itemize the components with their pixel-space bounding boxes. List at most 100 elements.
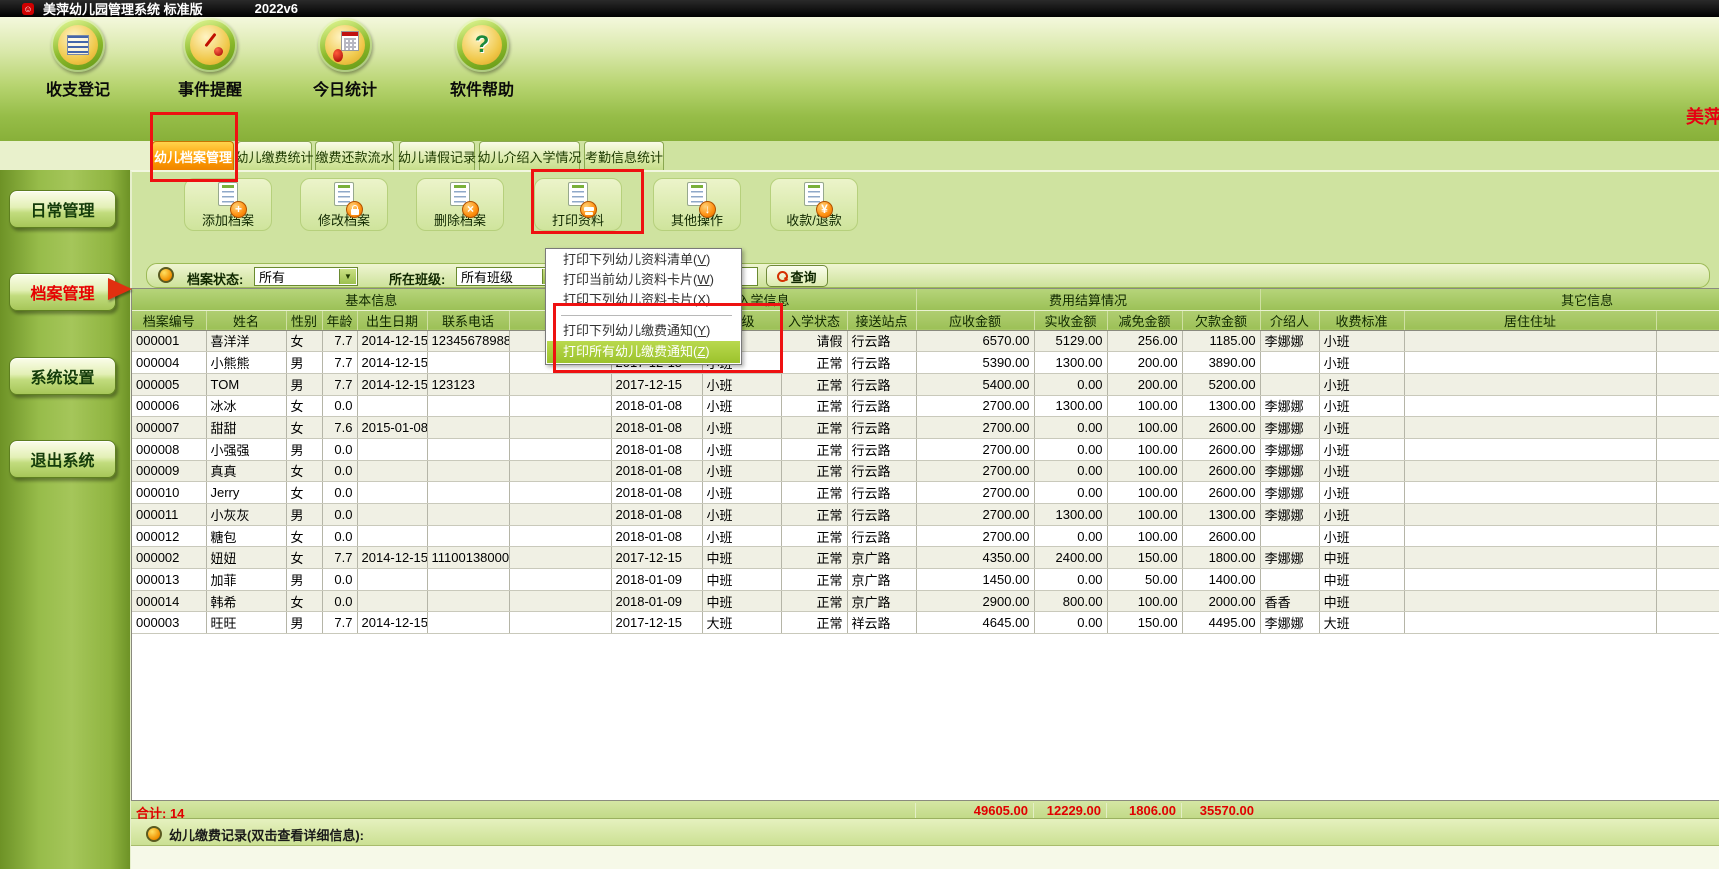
summary-total-3: 1806.00 bbox=[1106, 803, 1181, 818]
toolbar-button-5[interactable]: ↓其他操作 bbox=[653, 178, 741, 231]
nav-button-1[interactable]: 收支登记 bbox=[33, 18, 123, 100]
table-row[interactable]: 000001喜洋洋女7.72014-12-15123456789888请假行云路… bbox=[132, 330, 1719, 352]
table-cell bbox=[509, 438, 611, 460]
help-icon-face: ? bbox=[462, 25, 502, 65]
table-cell bbox=[427, 438, 509, 460]
table-row[interactable]: 000009真真女0.02018-01-08小班正常行云路2700.000.00… bbox=[132, 460, 1719, 482]
nav-button-4[interactable]: ? 软件帮助 bbox=[437, 18, 527, 100]
table-cell: 小班 bbox=[702, 373, 781, 395]
window-title: 美萍幼儿园管理系统 标准版 bbox=[43, 0, 203, 18]
status-filter-dropdown[interactable]: 所有 ▼ bbox=[254, 267, 358, 286]
table-cell: 5390.00 bbox=[916, 352, 1034, 374]
table-cell: 1300.00 bbox=[1182, 504, 1260, 526]
table-cell: 小班 bbox=[702, 438, 781, 460]
table-cell: 5129.00 bbox=[1034, 330, 1107, 352]
table-cell: 正常 bbox=[781, 438, 847, 460]
table-cell: 4495.00 bbox=[1182, 612, 1260, 634]
table-cell: TOM bbox=[206, 373, 286, 395]
table-cell bbox=[1656, 330, 1719, 352]
table-cell: 香香 bbox=[1260, 590, 1319, 612]
column-header[interactable]: 联系电话 bbox=[427, 310, 509, 330]
summary-total-2: 12229.00 bbox=[1033, 803, 1106, 818]
table-cell: 4350.00 bbox=[916, 547, 1034, 569]
toolbar-button-1[interactable]: +添加档案 bbox=[184, 178, 272, 231]
table-cell bbox=[1404, 395, 1656, 417]
menu-item-Z[interactable]: 打印所有幼儿缴费通知(Z) bbox=[547, 341, 740, 363]
column-header[interactable]: 欠款金额 bbox=[1182, 310, 1260, 330]
table-cell bbox=[1656, 547, 1719, 569]
tab-6[interactable]: 考勤信息统计 bbox=[584, 141, 664, 170]
column-header[interactable]: 实收金额 bbox=[1034, 310, 1107, 330]
chevron-down-icon[interactable]: ▼ bbox=[339, 269, 356, 284]
table-cell: 000001 bbox=[132, 330, 206, 352]
calendar-icon-face bbox=[325, 25, 365, 65]
table-cell: 行云路 bbox=[847, 460, 916, 482]
table-row[interactable]: 000008小强强男0.02018-01-08小班正常行云路2700.000.0… bbox=[132, 438, 1719, 460]
search-button[interactable]: 查询 bbox=[766, 265, 828, 287]
column-header[interactable]: 入学状态 bbox=[781, 310, 847, 330]
column-header[interactable]: 年龄 bbox=[322, 310, 357, 330]
table-row[interactable]: 000007甜甜女7.62015-01-082018-01-08小班正常行云路2… bbox=[132, 417, 1719, 439]
column-header[interactable]: 介绍人 bbox=[1260, 310, 1319, 330]
toolbar-button-3[interactable]: ×删除档案 bbox=[416, 178, 504, 231]
column-header[interactable]: 接送站点 bbox=[847, 310, 916, 330]
table-cell bbox=[357, 460, 427, 482]
sidebar-item-4[interactable]: 退出系统 bbox=[9, 440, 116, 478]
table-row[interactable]: 000002妞妞女7.72014-12-15111001380002017-12… bbox=[132, 547, 1719, 569]
sidebar-item-2[interactable]: 档案管理 bbox=[9, 273, 116, 311]
table-group-header: 费用结算情况 bbox=[916, 289, 1260, 310]
table-row[interactable]: 000004小熊熊男7.72014-12-152017-12-15小班正常行云路… bbox=[132, 352, 1719, 374]
table-row[interactable]: 000010Jerry女0.02018-01-08小班正常行云路2700.000… bbox=[132, 482, 1719, 504]
column-header[interactable]: 收费标准 bbox=[1319, 310, 1404, 330]
payment-records-bar[interactable]: 幼儿缴费记录(双击查看详细信息): bbox=[131, 819, 1719, 846]
table-row[interactable]: 000012糖包女0.02018-01-08小班正常行云路2700.000.00… bbox=[132, 525, 1719, 547]
column-header[interactable]: 应收金额 bbox=[916, 310, 1034, 330]
table-cell: 男 bbox=[286, 352, 322, 374]
menu-item-Y[interactable]: 打印下列幼儿缴费通知(Y) bbox=[547, 321, 740, 341]
tab-5[interactable]: 幼儿介绍入学情况 bbox=[479, 141, 580, 170]
menu-item-X[interactable]: 打印下列幼儿资料卡片(X) bbox=[547, 290, 740, 310]
column-header[interactable]: 出生日期 bbox=[357, 310, 427, 330]
nav-button-3[interactable]: 今日统计 bbox=[300, 18, 390, 100]
tab-4[interactable]: 幼儿请假记录 bbox=[399, 141, 475, 170]
table-cell: 7.6 bbox=[322, 417, 357, 439]
menu-separator bbox=[561, 315, 732, 316]
toolbar-button-6[interactable]: ¥收款/退款 bbox=[770, 178, 858, 231]
tab-2[interactable]: 幼儿缴费统计 bbox=[237, 141, 312, 170]
table-row[interactable]: 000011小灰灰男0.02018-01-08小班正常行云路2700.00130… bbox=[132, 504, 1719, 526]
table-row[interactable]: 000003旺旺男7.72014-12-152017-12-15大班正常祥云路4… bbox=[132, 612, 1719, 634]
column-header[interactable]: 居住住址 bbox=[1404, 310, 1656, 330]
sidebar-item-1[interactable]: 日常管理 bbox=[9, 190, 116, 228]
column-header[interactable]: 性别 bbox=[286, 310, 322, 330]
menu-item-V[interactable]: 打印下列幼儿资料清单(V) bbox=[547, 250, 740, 270]
table-cell bbox=[427, 395, 509, 417]
toolbar-button-2[interactable]: 修改档案 bbox=[300, 178, 388, 231]
nav-button-2[interactable]: 事件提醒 bbox=[165, 18, 255, 100]
table-cell: 000010 bbox=[132, 482, 206, 504]
nav-label: 软件帮助 bbox=[437, 76, 527, 100]
toolbar-button-4[interactable]: 打印资料 bbox=[534, 178, 622, 231]
table-cell: 正常 bbox=[781, 482, 847, 504]
table-cell bbox=[509, 612, 611, 634]
table-cell: 行云路 bbox=[847, 395, 916, 417]
table-row[interactable]: 000013加菲男0.02018-01-09中班正常京广路1450.000.00… bbox=[132, 569, 1719, 591]
table-row[interactable]: 000014韩希女0.02018-01-09中班正常京广路2900.00800.… bbox=[132, 590, 1719, 612]
column-header[interactable] bbox=[1656, 310, 1719, 330]
table-cell: 0.0 bbox=[322, 438, 357, 460]
tab-3[interactable]: 缴费还款流水 bbox=[315, 141, 394, 170]
table-row[interactable]: 000006冰冰女0.02018-01-08小班正常行云路2700.001300… bbox=[132, 395, 1719, 417]
alarm-icon bbox=[183, 18, 237, 72]
table-row[interactable]: 000005TOM男7.72014-12-151231232017-12-15小… bbox=[132, 373, 1719, 395]
table-cell: 0.00 bbox=[1034, 482, 1107, 504]
sidebar-item-3[interactable]: 系统设置 bbox=[9, 357, 116, 395]
column-header[interactable]: 减免金额 bbox=[1107, 310, 1182, 330]
table-cell bbox=[1404, 569, 1656, 591]
tab-1[interactable]: 幼儿档案管理 bbox=[152, 141, 234, 170]
menu-item-W[interactable]: 打印当前幼儿资料卡片(W) bbox=[547, 270, 740, 290]
table-cell: 大班 bbox=[1319, 612, 1404, 634]
column-header[interactable]: 姓名 bbox=[206, 310, 286, 330]
table-cell bbox=[1404, 438, 1656, 460]
column-header[interactable]: 档案编号 bbox=[132, 310, 206, 330]
bottom-area bbox=[131, 846, 1719, 869]
tab-strip-spacer bbox=[0, 141, 152, 170]
